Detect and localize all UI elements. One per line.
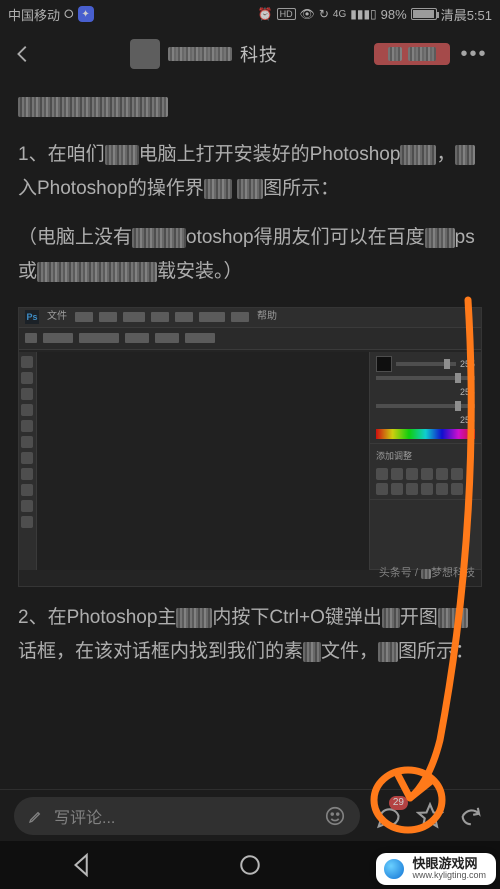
nav-home-icon[interactable] (235, 850, 265, 880)
follow-button[interactable] (374, 43, 450, 65)
watermark-logo-icon (382, 857, 406, 881)
carrier-label: 中国移动 (8, 5, 60, 24)
ps-options-bar (19, 328, 481, 350)
article-paragraph: （电脑上没有otoshop得朋友们可以在百度ps或载安装。） (18, 221, 482, 289)
clock-label: 清晨5:51 (441, 5, 492, 24)
share-button[interactable] (458, 802, 486, 830)
photoshop-screenshot: Ps 文件 帮助 (18, 307, 482, 587)
article-body: 1、在咱们电脑上打开安装好的Photoshop，入Photoshop的操作界 图… (0, 80, 500, 669)
plus-icon (388, 47, 402, 61)
bottom-action-bar: 写评论... 29 (0, 789, 500, 841)
ps-tools-panel (19, 352, 37, 570)
alarm-icon: ⏰ (258, 7, 273, 21)
status-bar: 中国移动 ⭘ ✦ ⏰ HD 👁 ↻ 4G ▮▮▮▯ 98% 清晨5:51 (0, 0, 500, 28)
sync-icon: ↻ (319, 7, 329, 21)
color-spectrum (376, 429, 475, 439)
follow-label-censored (408, 47, 436, 61)
ps-menubar: Ps 文件 帮助 (19, 308, 481, 328)
comment-placeholder: 写评论... (54, 804, 115, 828)
emoji-icon[interactable] (324, 805, 346, 827)
ps-logo-icon: Ps (25, 310, 39, 324)
ps-menu-item: 帮助 (255, 308, 279, 326)
signal-icon: ▮▮▮▯ (350, 7, 376, 21)
author-name-censored (168, 47, 232, 61)
hd-icon: HD (277, 8, 296, 20)
ps-menu-item: 文件 (45, 308, 69, 326)
battery-pct: 98% (381, 7, 407, 22)
wifi-off-icon: ⭘ (64, 7, 74, 22)
back-icon[interactable] (12, 43, 34, 65)
eye-icon: 👁 (300, 7, 315, 21)
pencil-icon (28, 808, 44, 824)
app-notif-icon: ✦ (78, 6, 94, 22)
app-header: 科技 ••• (0, 28, 500, 80)
watermark-name: 快眼游戏网 (412, 857, 486, 871)
nav-back-icon[interactable] (68, 850, 98, 880)
panel-title: 添加调整 (376, 451, 412, 461)
network-label: 4G (333, 9, 346, 20)
comment-count-badge: 29 (389, 796, 408, 810)
ps-canvas (37, 352, 369, 570)
favorite-button[interactable] (416, 802, 444, 830)
author-avatar[interactable] (130, 39, 160, 69)
article-paragraph: 2、在Photoshop主内按下Ctrl+O键弹出开图话框，在该对话框内找到我们… (18, 601, 482, 669)
author-name-suffix: 科技 (240, 41, 278, 67)
comments-button[interactable]: 29 (374, 802, 402, 830)
ps-right-panels: 255 255 255 添加调整 (369, 352, 481, 570)
watermark: 快眼游戏网 www.kyligting.com (376, 853, 496, 885)
comment-input[interactable]: 写评论... (14, 797, 360, 835)
battery-icon (411, 8, 437, 20)
article-paragraph: 1、在咱们电脑上打开安装好的Photoshop，入Photoshop的操作界 图… (18, 138, 482, 206)
watermark-url: www.kyligting.com (412, 871, 486, 881)
more-button[interactable]: ••• (460, 43, 488, 66)
